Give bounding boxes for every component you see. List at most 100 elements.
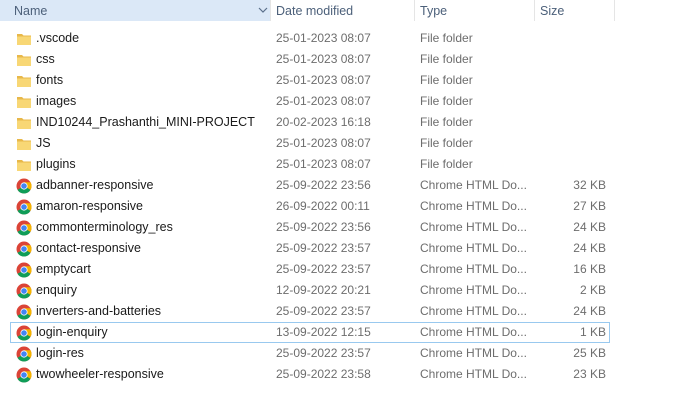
file-size: 2 KB bbox=[579, 283, 606, 297]
column-header-type[interactable]: Type bbox=[414, 0, 534, 21]
sort-ascending-icon: ⌃ bbox=[132, 0, 140, 5]
file-name: .vscode bbox=[36, 31, 80, 45]
file-date: 12-09-2022 20:21 bbox=[276, 283, 371, 297]
file-size: 1 KB bbox=[579, 325, 606, 339]
file-date: 25-01-2023 08:07 bbox=[276, 136, 371, 150]
file-name: commonterminology_res bbox=[36, 220, 173, 234]
file-name: JS bbox=[36, 136, 51, 150]
column-header-type-label: Type bbox=[420, 3, 448, 18]
file-date: 25-09-2022 23:56 bbox=[276, 178, 371, 192]
file-type: Chrome HTML Do... bbox=[420, 367, 527, 381]
file-row-css[interactable]: css 25-01-2023 08:07 File folder bbox=[0, 49, 611, 70]
file-row-login-enquiry[interactable]: login-enquiry 13-09-2022 12:15 Chrome HT… bbox=[10, 322, 610, 343]
file-row-twowheeler-responsive[interactable]: twowheeler-responsive 25-09-2022 23:58 C… bbox=[0, 364, 611, 385]
chrome-icon bbox=[16, 220, 32, 236]
chevron-down-icon[interactable] bbox=[257, 4, 269, 16]
file-name: css bbox=[36, 52, 55, 66]
file-size bbox=[540, 112, 606, 133]
file-date: 26-09-2022 00:11 bbox=[276, 199, 370, 213]
chrome-icon bbox=[16, 367, 32, 383]
chrome-icon bbox=[16, 325, 32, 341]
column-header-name[interactable]: ⌃ Name bbox=[0, 0, 270, 21]
file-row-login-res[interactable]: login-res 25-09-2022 23:57 Chrome HTML D… bbox=[0, 343, 611, 364]
file-size: 16 KB bbox=[573, 262, 606, 276]
file-name: emptycart bbox=[36, 262, 91, 276]
folder-icon bbox=[16, 157, 32, 172]
file-date: 25-09-2022 23:57 bbox=[276, 241, 371, 255]
file-row-contact-responsive[interactable]: contact-responsive 25-09-2022 23:57 Chro… bbox=[0, 238, 611, 259]
file-type: File folder bbox=[420, 94, 473, 108]
file-name: login-res bbox=[36, 346, 84, 360]
file-date: 25-01-2023 08:07 bbox=[276, 157, 371, 171]
file-name: twowheeler-responsive bbox=[36, 367, 164, 381]
file-date: 25-09-2022 23:57 bbox=[276, 346, 371, 360]
file-row-emptycart[interactable]: emptycart 25-09-2022 23:57 Chrome HTML D… bbox=[0, 259, 611, 280]
file-size bbox=[540, 154, 606, 175]
file-row-amaron-responsive[interactable]: amaron-responsive 26-09-2022 00:11 Chrom… bbox=[0, 196, 611, 217]
file-name: amaron-responsive bbox=[36, 199, 143, 213]
folder-icon bbox=[16, 73, 32, 88]
file-name: inverters-and-batteries bbox=[36, 304, 162, 318]
file-size bbox=[540, 49, 606, 70]
file-type: Chrome HTML Do... bbox=[420, 283, 527, 297]
file-row-plugins[interactable]: plugins 25-01-2023 08:07 File folder bbox=[0, 154, 611, 175]
file-type: Chrome HTML Do... bbox=[420, 178, 527, 192]
file-type: Chrome HTML Do... bbox=[420, 325, 527, 339]
file-name: enquiry bbox=[36, 283, 77, 297]
file-date: 25-09-2022 23:57 bbox=[276, 262, 371, 276]
file-type: File folder bbox=[420, 52, 473, 66]
column-header-size[interactable]: Size bbox=[534, 0, 614, 21]
file-size bbox=[540, 91, 606, 112]
file-name: IND10244_Prashanthi_MINI-PROJECT bbox=[36, 115, 255, 129]
column-header-date-label: Date modified bbox=[276, 3, 354, 18]
file-explorer: ⌃ Name Date modified Type Size .vscode 2… bbox=[0, 0, 681, 403]
file-name: contact-responsive bbox=[36, 241, 141, 255]
file-type: File folder bbox=[420, 115, 473, 129]
folder-icon bbox=[16, 115, 32, 130]
column-header-name-label: Name bbox=[14, 3, 48, 18]
file-size: 24 KB bbox=[573, 241, 606, 255]
file-type: File folder bbox=[420, 73, 473, 87]
chrome-icon bbox=[16, 178, 32, 194]
file-row-enquiry[interactable]: enquiry 12-09-2022 20:21 Chrome HTML Do.… bbox=[0, 280, 611, 301]
file-row-inverters-and-batteries[interactable]: inverters-and-batteries 25-09-2022 23:57… bbox=[0, 301, 611, 322]
file-type: File folder bbox=[420, 31, 473, 45]
chrome-icon bbox=[16, 283, 32, 299]
file-type: Chrome HTML Do... bbox=[420, 304, 527, 318]
file-name: adbanner-responsive bbox=[36, 178, 154, 192]
file-name: fonts bbox=[36, 73, 64, 87]
file-type: Chrome HTML Do... bbox=[420, 220, 527, 234]
file-row-adbanner-responsive[interactable]: adbanner-responsive 25-09-2022 23:56 Chr… bbox=[0, 175, 611, 196]
file-date: 25-01-2023 08:07 bbox=[276, 31, 371, 45]
file-type: File folder bbox=[420, 136, 473, 150]
chrome-icon bbox=[16, 199, 32, 215]
file-type: File folder bbox=[420, 157, 473, 171]
file-row-vscode[interactable]: .vscode 25-01-2023 08:07 File folder bbox=[0, 28, 611, 49]
file-date: 13-09-2022 12:15 bbox=[276, 325, 371, 339]
file-size: 27 KB bbox=[573, 199, 606, 213]
file-date: 20-02-2023 16:18 bbox=[276, 115, 371, 129]
file-size bbox=[540, 70, 606, 91]
file-size: 24 KB bbox=[573, 304, 606, 318]
column-header-size-label: Size bbox=[540, 3, 565, 18]
column-divider[interactable] bbox=[614, 0, 615, 21]
chrome-icon bbox=[16, 262, 32, 278]
file-row-js[interactable]: JS 25-01-2023 08:07 File folder bbox=[0, 133, 611, 154]
chrome-icon bbox=[16, 346, 32, 362]
chrome-icon bbox=[16, 241, 32, 257]
folder-icon bbox=[16, 31, 32, 46]
file-size: 32 KB bbox=[573, 178, 606, 192]
file-row-mini-project[interactable]: IND10244_Prashanthi_MINI-PROJECT 20-02-2… bbox=[0, 112, 611, 133]
column-header-bar: ⌃ Name Date modified Type Size bbox=[0, 0, 615, 21]
file-type: Chrome HTML Do... bbox=[420, 199, 527, 213]
folder-icon bbox=[16, 94, 32, 109]
file-row-images[interactable]: images 25-01-2023 08:07 File folder bbox=[0, 91, 611, 112]
file-date: 25-09-2022 23:56 bbox=[276, 220, 371, 234]
file-row-fonts[interactable]: fonts 25-01-2023 08:07 File folder bbox=[0, 70, 611, 91]
file-size: 24 KB bbox=[573, 220, 606, 234]
file-size: 23 KB bbox=[573, 367, 606, 381]
file-date: 25-01-2023 08:07 bbox=[276, 52, 371, 66]
file-row-commonterminology-res[interactable]: commonterminology_res 25-09-2022 23:56 C… bbox=[0, 217, 611, 238]
file-size bbox=[540, 133, 606, 154]
column-header-date-modified[interactable]: Date modified bbox=[270, 0, 414, 21]
